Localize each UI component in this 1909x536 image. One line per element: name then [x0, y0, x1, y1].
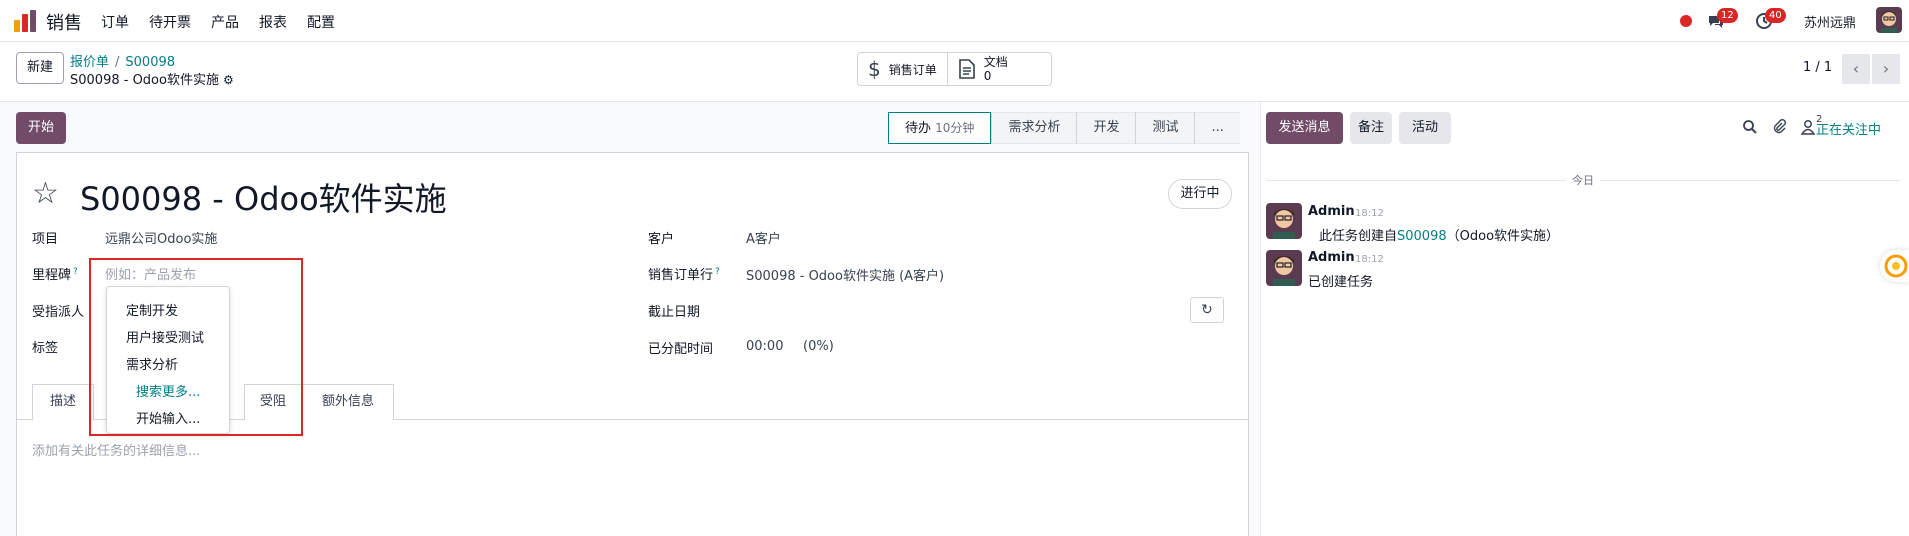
date-separator-line: [1266, 180, 1566, 181]
activity-button[interactable]: 活动: [1399, 112, 1451, 144]
stage-testing[interactable]: 测试: [1136, 112, 1195, 144]
status-dot-icon[interactable]: [1680, 15, 1692, 27]
pager-next-icon[interactable]: ›: [1872, 54, 1900, 84]
top-navbar: 销售 订单 待开票 产品 报表 配置: [0, 0, 1909, 42]
message-body: 已创建任务: [1308, 275, 1374, 290]
chatter-panel: [1260, 102, 1909, 536]
breadcrumb-quotations-link[interactable]: 报价单: [70, 55, 109, 70]
paperclip-icon[interactable]: [1771, 118, 1787, 135]
description-editor[interactable]: 添加有关此任务的详细信息...: [32, 440, 200, 459]
send-message-button[interactable]: 发送消息: [1266, 112, 1343, 144]
breadcrumb: 报价单 / S00098: [70, 51, 175, 70]
messages-badge: 12: [1717, 8, 1738, 23]
documents-label: 文档: [983, 55, 1008, 69]
documents-count: 0: [983, 69, 992, 83]
document-icon: [958, 59, 975, 79]
field-sales-order-line-value[interactable]: S00098 - Odoo软件实施 (A客户): [746, 265, 944, 284]
menu-to-invoice[interactable]: 待开票: [149, 12, 191, 32]
gear-icon[interactable]: ⚙: [223, 73, 234, 87]
activities-badge: 40: [1765, 8, 1786, 23]
message-body-suffix: （Odoo软件实施）: [1446, 229, 1560, 244]
sales-order-line-label-text: 销售订单行: [648, 268, 714, 283]
sales-app-icon[interactable]: [14, 10, 36, 32]
field-allocated-time-percent: (0%): [803, 339, 834, 354]
field-label-deadline: 截止日期: [648, 305, 701, 320]
menu-reporting[interactable]: 报表: [259, 12, 287, 32]
new-button[interactable]: 新建: [16, 52, 64, 84]
main-menu: 订单 待开票 产品 报表 配置: [101, 12, 335, 32]
stage-bar: 待办 10分钟 需求分析 开发 测试 ...: [888, 112, 1240, 144]
task-status-button[interactable]: 进行中: [1168, 179, 1232, 209]
following-status-button[interactable]: 正在关注中: [1816, 119, 1881, 138]
message-avatar[interactable]: [1266, 250, 1302, 286]
message-order-link[interactable]: S00098: [1397, 229, 1447, 244]
field-label-assignees: 受指派人: [32, 305, 85, 320]
help-icon[interactable]: ?: [715, 267, 720, 277]
field-label-allocated-time: 已分配时间: [648, 342, 714, 357]
refresh-icon[interactable]: ↻: [1190, 297, 1224, 323]
message-avatar[interactable]: [1266, 203, 1302, 239]
field-customer-value[interactable]: A客户: [746, 228, 781, 247]
message-body: 此任务创建自S00098（Odoo软件实施）: [1319, 225, 1559, 244]
field-label-project: 项目: [32, 232, 59, 247]
message-body-prefix: 此任务创建自: [1319, 229, 1398, 244]
message-author[interactable]: Admin: [1308, 250, 1355, 265]
stage-development[interactable]: 开发: [1077, 112, 1136, 144]
date-separator-line: [1600, 180, 1900, 181]
tab-description[interactable]: 描述: [32, 384, 94, 421]
message-time: 18:12: [1355, 254, 1384, 265]
tab-extra-info[interactable]: 额外信息: [302, 384, 394, 420]
field-label-sales-order-line: 销售订单行?: [648, 264, 720, 283]
message-time: 18:12: [1355, 208, 1384, 219]
start-button[interactable]: 开始: [16, 112, 66, 144]
menu-products[interactable]: 产品: [211, 12, 239, 32]
stage-requirement-analysis[interactable]: 需求分析: [992, 112, 1077, 144]
breadcrumb-order-link[interactable]: S00098: [125, 55, 175, 70]
message-author[interactable]: Admin: [1308, 204, 1355, 219]
sale-order-smart-button[interactable]: $ 销售订单: [858, 53, 947, 85]
field-label-customer: 客户: [648, 232, 675, 247]
company-switcher[interactable]: 苏州远鼎: [1804, 12, 1856, 31]
stage-more[interactable]: ...: [1195, 112, 1240, 144]
field-label-tags: 标签: [32, 341, 59, 356]
documents-smart-button[interactable]: 文档 0: [946, 53, 1051, 85]
followers-icon[interactable]: [1801, 119, 1815, 135]
highlight-box: [89, 258, 303, 436]
pager-value[interactable]: 1 / 1: [1803, 60, 1832, 75]
record-name-text: S00098 - Odoo软件实施: [70, 73, 219, 88]
smart-buttons: $ 销售订单 文档 0: [857, 52, 1052, 86]
search-icon[interactable]: [1742, 119, 1758, 135]
dollar-icon: $: [868, 57, 881, 81]
task-title[interactable]: S00098 - Odoo软件实施: [80, 174, 447, 220]
breadcrumb-separator: /: [115, 55, 120, 70]
menu-configuration[interactable]: 配置: [307, 12, 335, 32]
field-label-milestone: 里程碑?: [32, 264, 78, 283]
stage-todo-label: 待办: [905, 121, 932, 136]
menu-orders[interactable]: 订单: [101, 12, 129, 32]
record-name: S00098 - Odoo软件实施 ⚙: [70, 69, 234, 88]
milestone-label-text: 里程碑: [32, 268, 72, 283]
user-avatar[interactable]: [1876, 7, 1902, 33]
star-icon[interactable]: ☆: [32, 176, 59, 211]
help-icon[interactable]: ?: [73, 267, 78, 277]
stage-todo-duration: 10分钟: [935, 121, 975, 135]
sale-order-label: 销售订单: [888, 62, 937, 77]
assistant-widget-icon[interactable]: [1880, 250, 1909, 282]
app-name[interactable]: 销售: [46, 9, 82, 35]
date-separator-label: 今日: [1572, 174, 1594, 187]
stage-todo[interactable]: 待办 10分钟: [888, 112, 992, 144]
log-note-button[interactable]: 备注: [1350, 112, 1392, 144]
field-project-value[interactable]: 远鼎公司Odoo实施: [105, 228, 217, 247]
pager-previous-icon[interactable]: ‹: [1842, 54, 1870, 84]
field-allocated-time-value[interactable]: 00:00: [746, 339, 783, 354]
